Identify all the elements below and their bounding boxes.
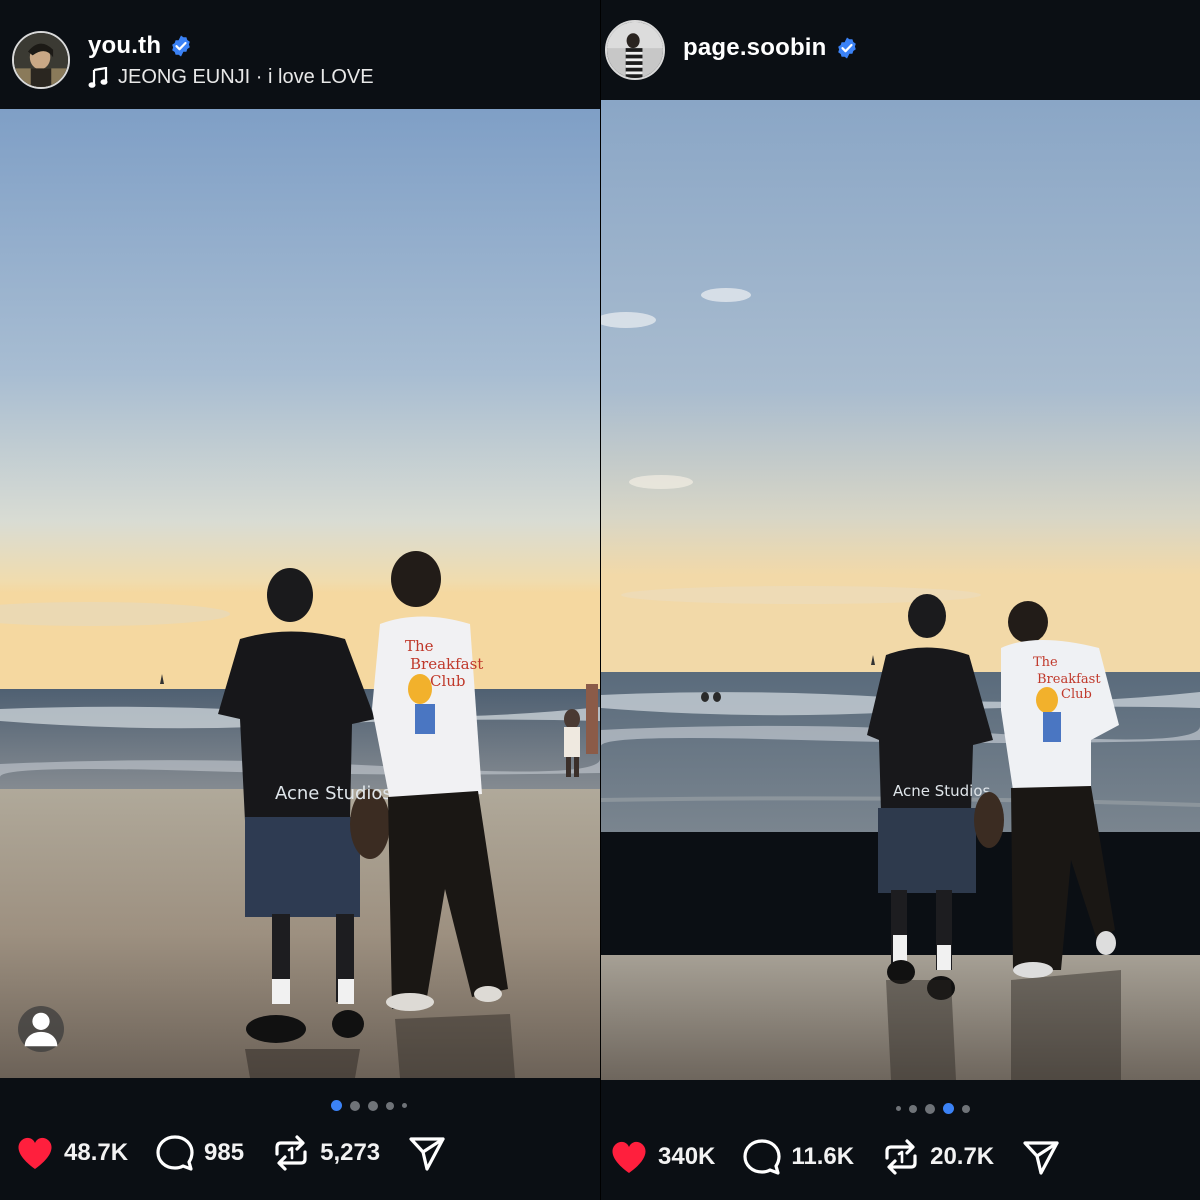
heart-icon <box>14 1132 56 1174</box>
post-left: you.th JEONG EUNJI · i love LOVE Acne St… <box>0 0 600 1200</box>
avatar[interactable] <box>12 31 70 89</box>
verified-badge-icon <box>835 36 859 60</box>
verified-badge-icon <box>169 34 193 58</box>
music-label: JEONG EUNJI · i love LOVE <box>118 66 374 88</box>
carousel-dot[interactable] <box>350 1100 360 1111</box>
repost-icon <box>270 1132 312 1174</box>
carousel-dot[interactable] <box>962 1104 970 1113</box>
svg-text:Breakfast: Breakfast <box>1037 672 1101 687</box>
repost-button[interactable]: 20.7K <box>880 1136 994 1178</box>
action-bar: 48.7K 985 5,273 <box>14 1132 474 1174</box>
carousel-dot[interactable] <box>331 1100 342 1111</box>
svg-text:The: The <box>405 637 434 655</box>
username-row: you.th <box>88 32 193 60</box>
comment-count: 985 <box>204 1139 245 1166</box>
repost-count: 20.7K <box>930 1143 995 1170</box>
comment-icon <box>154 1132 196 1174</box>
carousel-dot[interactable] <box>402 1103 407 1108</box>
like-button[interactable]: 48.7K <box>14 1132 128 1174</box>
share-button[interactable] <box>406 1132 448 1174</box>
repost-count: 5,273 <box>320 1139 381 1166</box>
post-photo[interactable]: Acne Studios The Breakfast Club <box>601 100 1200 1080</box>
username[interactable]: page.soobin <box>683 34 827 62</box>
username-row: page.soobin <box>683 34 859 62</box>
comment-button[interactable]: 985 <box>154 1132 244 1174</box>
username[interactable]: you.th <box>88 32 161 60</box>
post-header: you.th JEONG EUNJI · i love LOVE <box>0 0 600 109</box>
avatar[interactable] <box>605 20 665 80</box>
carousel-dot[interactable] <box>368 1100 378 1111</box>
comment-count: 11.6K <box>791 1143 855 1170</box>
repost-button[interactable]: 5,273 <box>270 1132 380 1174</box>
music-row[interactable]: JEONG EUNJI · i love LOVE <box>88 66 374 89</box>
post-header: page.soobin <box>601 0 1200 100</box>
person-icon <box>24 1012 58 1047</box>
svg-text:Club: Club <box>1061 687 1092 702</box>
carousel-dot[interactable] <box>896 1106 901 1111</box>
svg-text:Acne Studios: Acne Studios <box>275 783 392 804</box>
repost-icon <box>880 1136 922 1178</box>
svg-text:Club: Club <box>430 672 466 690</box>
carousel-indicator <box>896 1103 970 1114</box>
carousel-indicator <box>331 1100 407 1111</box>
carousel-dot[interactable] <box>909 1104 917 1113</box>
post-right: page.soobin Acne Studios The Breakfast C… <box>601 0 1200 1200</box>
carousel-dot[interactable] <box>925 1103 935 1114</box>
like-count: 48.7K <box>64 1139 129 1166</box>
profile-tag-button[interactable] <box>18 1006 64 1052</box>
svg-text:The: The <box>1033 655 1058 670</box>
comment-icon <box>741 1136 783 1178</box>
carousel-dot[interactable] <box>386 1101 394 1110</box>
svg-text:Breakfast: Breakfast <box>410 655 483 673</box>
svg-text:Acne Studios: Acne Studios <box>893 782 991 800</box>
heart-icon <box>608 1136 650 1178</box>
music-note-icon <box>88 66 108 89</box>
share-icon <box>1020 1136 1062 1178</box>
like-count: 340K <box>658 1143 716 1170</box>
share-button[interactable] <box>1020 1136 1062 1178</box>
share-icon <box>406 1132 448 1174</box>
comment-button[interactable]: 11.6K <box>741 1136 854 1178</box>
post-photo[interactable]: Acne Studios The Breakfast Club <box>0 109 600 1078</box>
action-bar: 340K 11.6K 20.7K <box>608 1136 1088 1178</box>
like-button[interactable]: 340K <box>608 1136 715 1178</box>
carousel-dot[interactable] <box>943 1103 954 1114</box>
